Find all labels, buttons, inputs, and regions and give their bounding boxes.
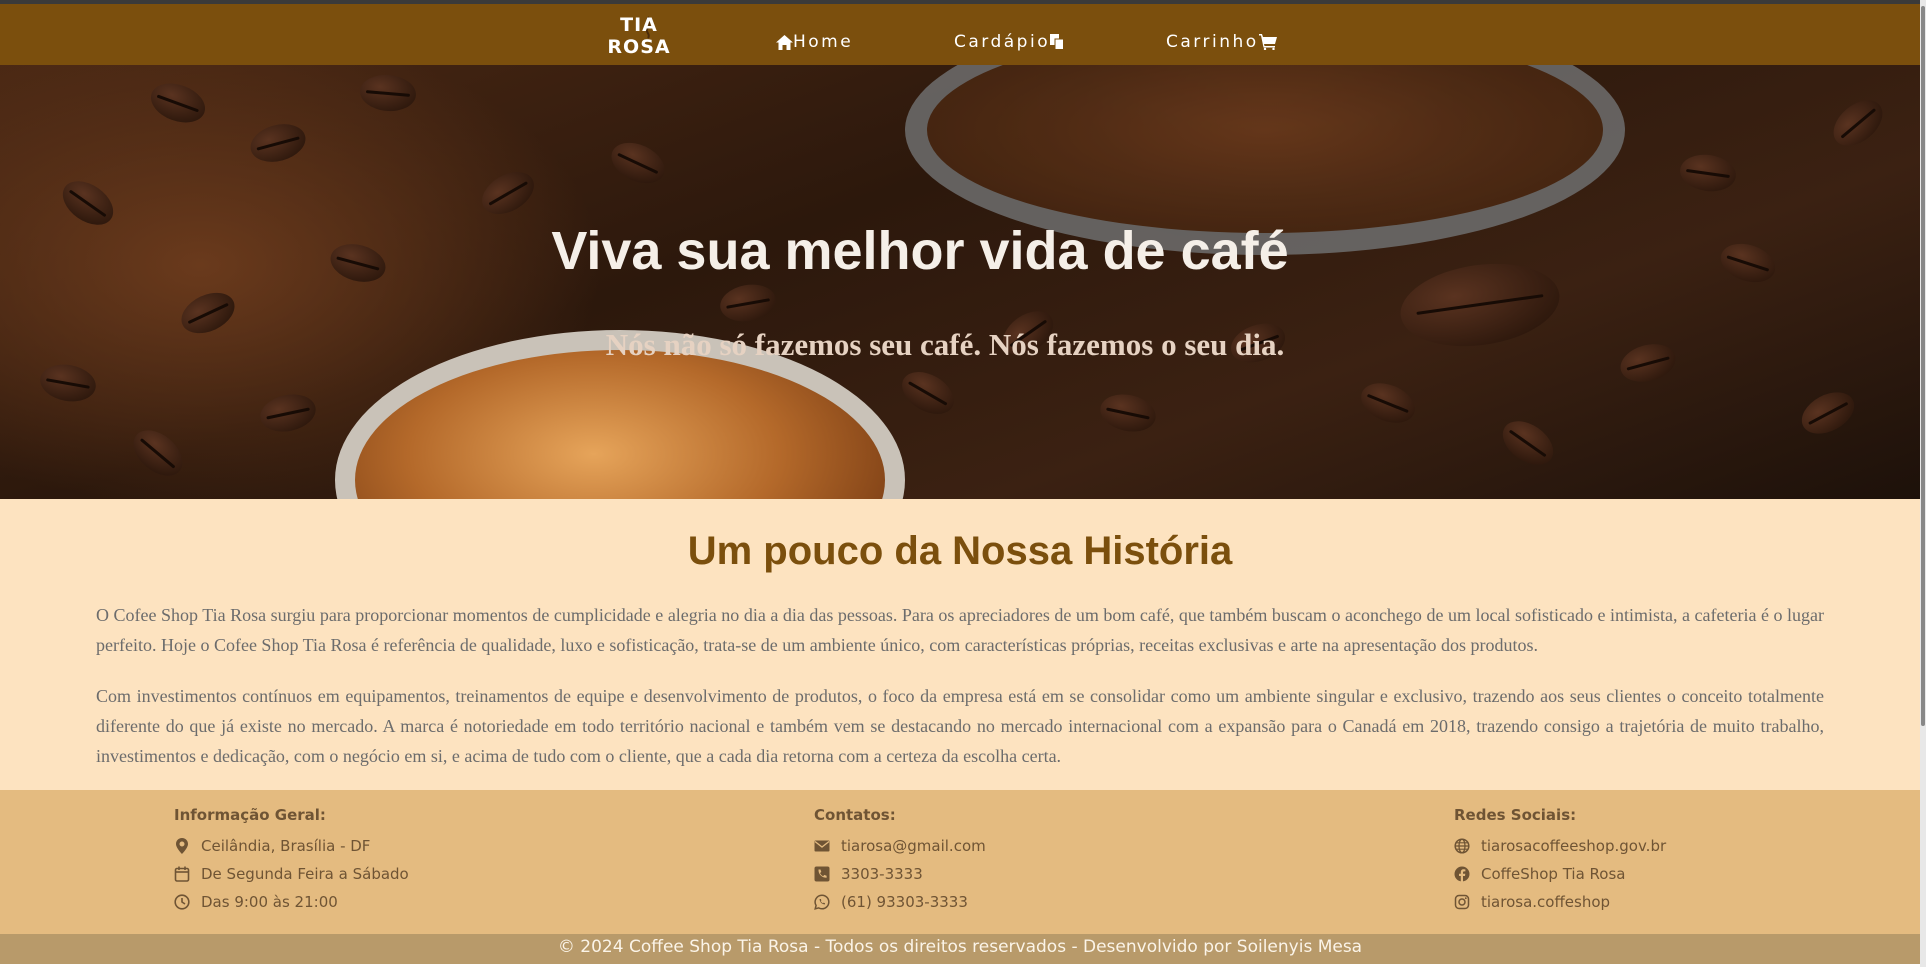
footer-row[interactable]: (61) 93303-3333	[814, 888, 986, 916]
cart-icon	[1258, 34, 1277, 50]
envelope-icon	[814, 840, 830, 852]
clock-icon	[174, 894, 190, 910]
hero-subtitle: Nós não só fazemos seu café. Nós fazemos…	[605, 327, 1285, 362]
nav-item-home[interactable]: Home	[776, 32, 853, 52]
coffee-bean	[1824, 91, 1892, 155]
globe-icon	[1454, 838, 1470, 854]
history-paragraph: Com investimentos contínuos em equipamen…	[96, 686, 1824, 766]
footer-row: Das 9:00 às 21:00	[174, 888, 409, 916]
footer-row-text: CoffeShop Tia Rosa	[1481, 865, 1626, 883]
footer-column-title: Redes Sociais:	[1454, 806, 1577, 824]
coffee-bean	[246, 118, 310, 168]
footer-row: De Segunda Feira a Sábado	[174, 860, 409, 888]
coffee-bean	[358, 72, 418, 114]
footer-row[interactable]: tiarosacoffeeshop.gov.br	[1454, 832, 1666, 860]
scrollbar-thumb[interactable]	[1921, 6, 1925, 726]
coffee-bean	[474, 163, 542, 223]
whatsapp-icon	[814, 894, 830, 910]
coffee-bean	[605, 134, 671, 192]
copyright-bar: © 2024 Coffee Shop Tia Rosa - Todos os d…	[0, 934, 1920, 964]
footer-column-contacts: Contatos: tiarosa@gmail.com 3303-3333 (6…	[814, 806, 986, 916]
home-icon	[776, 34, 793, 50]
footer-row-text: De Segunda Feira a Sábado	[201, 865, 409, 883]
location-pin-icon	[176, 838, 188, 854]
nav-item-cardapio[interactable]: Cardápio	[954, 32, 1064, 52]
nav-item-carrinho[interactable]: Carrinho	[1166, 32, 1277, 52]
footer-row-text: tiarosa@gmail.com	[841, 837, 986, 855]
footer-row-text: tiarosa.coffeshop	[1481, 893, 1611, 911]
history-paragraph: O Cofee Shop Tia Rosa surgiu para propor…	[96, 605, 1824, 655]
coffee-bean	[1677, 151, 1739, 195]
coffee-bean	[1355, 375, 1421, 431]
coffee-bean	[894, 363, 962, 423]
footer-row-text: Ceilândia, Brasília - DF	[201, 837, 371, 855]
coffee-bean	[145, 76, 211, 130]
footer-row-text: Das 9:00 às 21:00	[201, 893, 338, 911]
hero-banner: Viva sua melhor vida de café Nós não só …	[0, 65, 1920, 499]
footer-row[interactable]: 3303-3333	[814, 860, 986, 888]
footer-row-text: 3303-3333	[841, 865, 923, 883]
history-title: Um pouco da Nossa História	[687, 529, 1233, 573]
coffee-bean	[124, 421, 192, 485]
logo-text: TIA ROSA	[607, 14, 671, 58]
coffee-bean	[37, 360, 99, 406]
phone-icon	[814, 866, 830, 882]
footer-column-title: Contatos:	[814, 806, 896, 824]
nav-item-label: Carrinho	[1166, 32, 1259, 52]
copy-icon	[1050, 34, 1064, 50]
logo[interactable]: TIA ROSA	[594, 14, 684, 60]
coffee-bean	[1494, 412, 1562, 474]
footer-row-text: tiarosacoffeeshop.gov.br	[1481, 837, 1667, 855]
footer-row-text: (61) 93303-3333	[841, 893, 968, 911]
coffee-bean	[1096, 389, 1160, 437]
coffee-bean	[717, 280, 779, 326]
footer-column-title: Informação Geral:	[174, 806, 326, 824]
history-section: Um pouco da Nossa História O Cofee Shop …	[0, 499, 1920, 790]
footer-row[interactable]: tiarosa.coffeshop	[1454, 888, 1666, 916]
navbar: TIA ROSA Home Cardápio Carrinho	[0, 4, 1920, 65]
footer-row: Ceilândia, Brasília - DF	[174, 832, 409, 860]
footer-column-social: Redes Sociais: tiarosacoffeeshop.gov.br …	[1454, 806, 1666, 916]
footer-row[interactable]: CoffeShop Tia Rosa	[1454, 860, 1666, 888]
facebook-icon	[1454, 866, 1470, 882]
instagram-icon	[1454, 894, 1470, 910]
nav-item-label: Cardápio	[954, 32, 1051, 52]
calendar-icon	[174, 866, 190, 882]
hero-title: Viva sua melhor vida de café	[551, 221, 1289, 281]
footer: Informação Geral: Ceilândia, Brasília - …	[0, 790, 1920, 934]
nav-item-label: Home	[793, 32, 854, 52]
footer-row[interactable]: tiarosa@gmail.com	[814, 832, 986, 860]
coffee-bean	[256, 389, 320, 437]
footer-column-info: Informação Geral: Ceilândia, Brasília - …	[174, 806, 409, 916]
coffee-bean	[1794, 383, 1862, 443]
